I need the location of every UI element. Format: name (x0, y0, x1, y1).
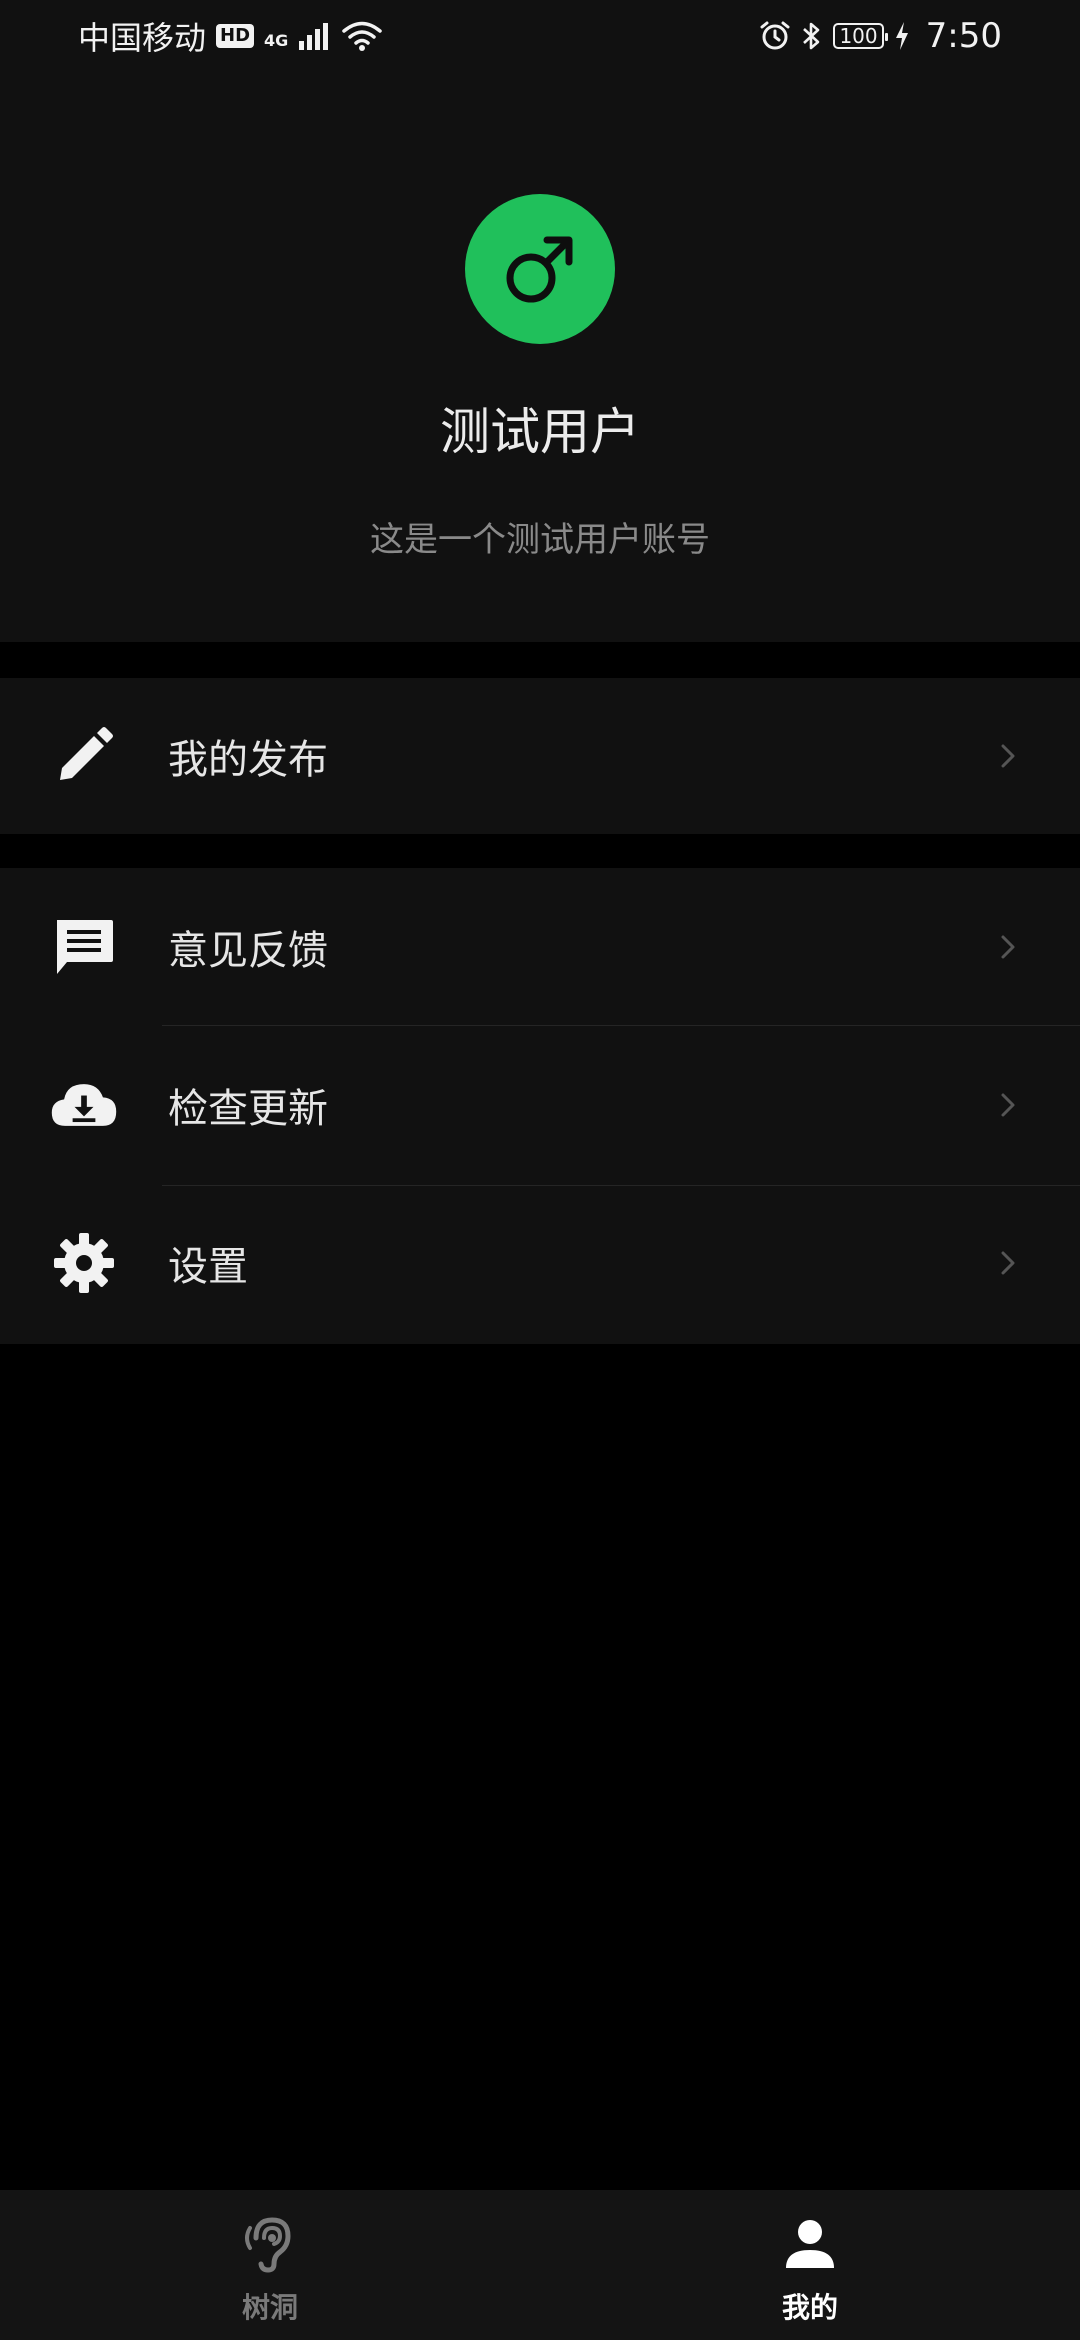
user-bio: 这是一个测试用户账号 (370, 520, 710, 560)
menu-label-feedback: 意见反馈 (168, 928, 328, 974)
person-icon (540, 2212, 1080, 2276)
status-bar: 中国移动 HD 4G 100 7:50 (0, 0, 1080, 72)
chevron-right-icon (994, 1249, 1022, 1277)
profile-header: 测试用户 这是一个测试用户账号 (0, 72, 1080, 642)
pencil-icon (48, 720, 120, 792)
avatar[interactable] (465, 194, 615, 344)
profile-screen: 中国移动 HD 4G 100 7:50 测试用户 这是一个测试用户账号 我的发布… (0, 0, 1080, 2340)
gear-icon (48, 1227, 120, 1299)
menu-group-general: 意见反馈 检查更新 设置 (0, 868, 1080, 1344)
wifi-icon (342, 21, 383, 51)
network-type: 4G (264, 31, 289, 50)
bluetooth-icon (803, 22, 820, 50)
menu-item-check-update[interactable]: 检查更新 (0, 1026, 1080, 1184)
menu-group-posts: 我的发布 (0, 678, 1080, 834)
carrier-name: 中国移动 (78, 19, 207, 57)
menu-label-settings: 设置 (168, 1244, 248, 1290)
nav-tab-mine[interactable]: 我的 (540, 2190, 1080, 2340)
nav-label-treehole: 树洞 (241, 2291, 298, 2324)
menu-item-settings[interactable]: 设置 (0, 1184, 1080, 1342)
chevron-right-icon (994, 1091, 1022, 1119)
chevron-right-icon (994, 933, 1022, 961)
male-symbol-icon (506, 236, 573, 303)
bottom-nav: 树洞 我的 (0, 2190, 1080, 2340)
signal-icon (299, 23, 329, 50)
chevron-right-icon (994, 742, 1022, 770)
clock-time: 7:50 (925, 16, 1002, 56)
menu-item-my-posts[interactable]: 我的发布 (0, 678, 1080, 834)
hd-badge: HD (216, 24, 255, 48)
menu-label-check-update: 检查更新 (168, 1086, 328, 1132)
username: 测试用户 (440, 403, 640, 461)
status-right: 100 7:50 (759, 16, 1002, 56)
cloud-download-icon (48, 1069, 120, 1141)
ear-icon (0, 2212, 540, 2276)
charging-icon (895, 22, 908, 50)
menu-item-feedback[interactable]: 意见反馈 (0, 868, 1080, 1026)
nav-tab-treehole[interactable]: 树洞 (0, 2190, 540, 2340)
battery-indicator: 100 (833, 23, 888, 49)
chat-icon (48, 911, 120, 983)
alarm-icon (760, 21, 790, 50)
nav-label-mine: 我的 (781, 2291, 838, 2324)
status-left: 中国移动 HD 4G (78, 13, 383, 59)
menu-label-my-posts: 我的发布 (168, 737, 328, 783)
